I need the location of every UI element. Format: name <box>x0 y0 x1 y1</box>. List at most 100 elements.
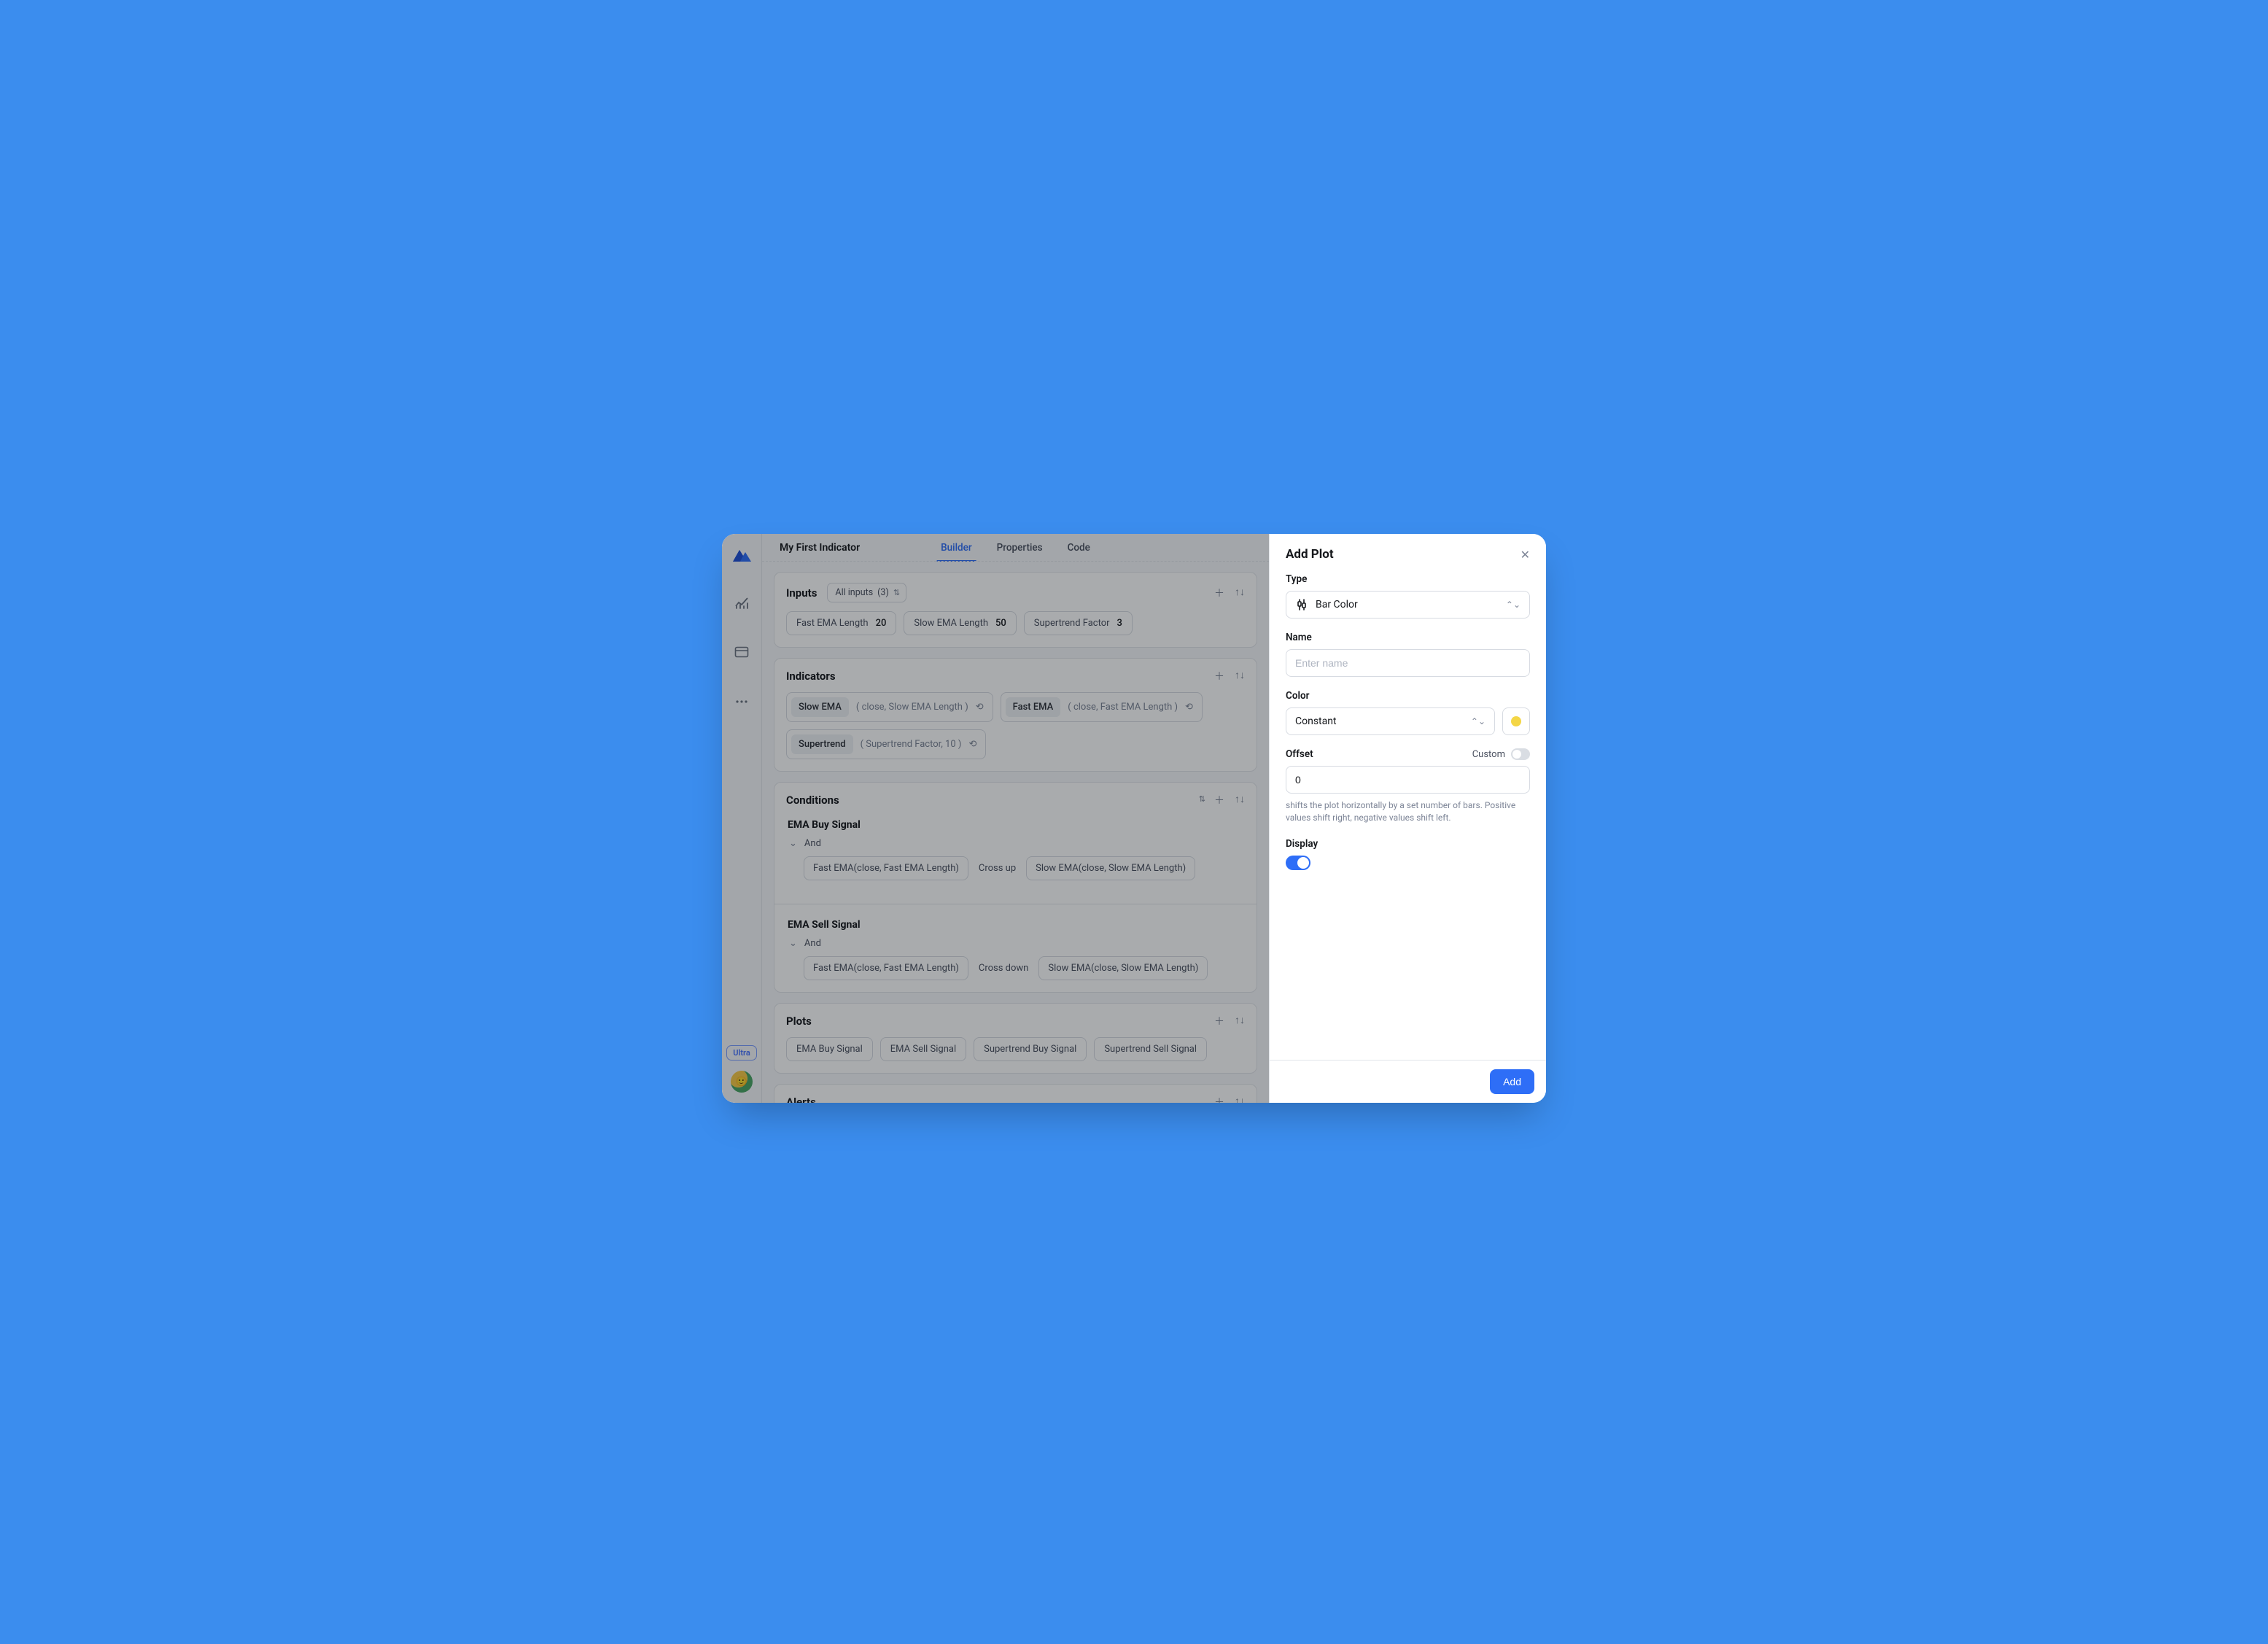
input-value: 3 <box>1117 618 1122 629</box>
display-label: Display <box>1286 838 1530 850</box>
chevron-down-icon: ⌄ <box>789 938 797 949</box>
indicator-title: My First Indicator <box>780 542 860 554</box>
inputs-title: Inputs <box>786 586 817 600</box>
panel-title: Add Plot <box>1286 547 1334 562</box>
plot-chip[interactable]: EMA Sell Signal <box>880 1037 966 1061</box>
plots-add-icon[interactable]: ＋ <box>1214 1014 1224 1028</box>
main-column: My First Indicator Builder Properties Co… <box>762 534 1269 1103</box>
offset-help: shifts the plot horizontally by a set nu… <box>1286 799 1530 825</box>
condition-group: EMA Sell Signal ⌄ And Fast EMA(close, Fa… <box>774 916 1257 992</box>
tab-bar: Builder Properties Code <box>941 534 1090 562</box>
add-button[interactable]: Add <box>1490 1069 1534 1094</box>
input-chip[interactable]: Fast EMA Length20 <box>786 611 896 635</box>
indicator-name: Slow EMA <box>791 697 849 717</box>
app-window: Ultra 🙂 My First Indicator Builder Prope… <box>722 534 1546 1103</box>
condition-op-row[interactable]: ⌄ And <box>786 838 1245 856</box>
close-icon[interactable]: ✕ <box>1521 548 1530 562</box>
sync-icon: ⟲ <box>1185 702 1193 713</box>
condition-operator[interactable]: Cross up <box>979 863 1016 874</box>
tab-properties[interactable]: Properties <box>997 534 1043 562</box>
indicator-args: ( close, Fast EMA Length ) <box>1068 702 1178 713</box>
alerts-sort-icon[interactable]: ↑↓ <box>1235 1095 1245 1103</box>
inputs-sort-icon[interactable]: ↑↓ <box>1235 586 1245 600</box>
indicator-chip[interactable]: Supertrend ( Supertrend Factor, 10 ) ⟲ <box>786 729 986 759</box>
nav-more-icon[interactable] <box>731 691 752 712</box>
offset-custom-toggle[interactable] <box>1511 748 1530 760</box>
conditions-reorder-icon[interactable]: ⇅ <box>1199 793 1204 807</box>
conditions-section: Conditions ⇅ ＋ ↑↓ EMA Buy Signal ⌄ And F… <box>774 782 1257 993</box>
type-value: Bar Color <box>1316 599 1358 610</box>
candlestick-icon <box>1295 598 1308 611</box>
plot-chip[interactable]: Supertrend Sell Signal <box>1094 1037 1207 1061</box>
type-select[interactable]: Bar Color ⌃⌄ <box>1286 591 1530 619</box>
indicators-sort-icon[interactable]: ↑↓ <box>1235 669 1245 683</box>
user-avatar[interactable]: 🙂 <box>731 1071 753 1093</box>
name-label: Name <box>1286 632 1530 643</box>
inputs-section: Inputs All inputs (3) ⇅ ＋ ↑↓ Fast EMA Le… <box>774 572 1257 648</box>
offset-input[interactable] <box>1286 766 1530 794</box>
alerts-section: Alerts ＋ ↑↓ <box>774 1084 1257 1103</box>
nav-rail: Ultra 🙂 <box>722 534 762 1103</box>
condition-group: EMA Buy Signal ⌄ And Fast EMA(close, Fas… <box>774 816 1257 892</box>
input-chip[interactable]: Slow EMA Length 50 <box>904 611 1016 635</box>
input-value: 50 <box>995 618 1006 629</box>
conditions-sort-icon[interactable]: ↑↓ <box>1235 793 1245 807</box>
add-plot-panel: Add Plot ✕ Type Bar Color ⌃⌄ <box>1269 534 1546 1103</box>
sync-icon: ⟲ <box>976 702 984 713</box>
nav-chart-icon[interactable] <box>731 592 752 613</box>
chevron-updown-icon: ⌃⌄ <box>1506 600 1521 610</box>
tab-builder[interactable]: Builder <box>941 534 972 562</box>
condition-name: EMA Sell Signal <box>786 916 1245 938</box>
sync-icon: ⟲ <box>968 739 976 750</box>
indicator-chip[interactable]: Slow EMA ( close, Slow EMA Length ) ⟲ <box>786 692 993 722</box>
condition-right[interactable]: Slow EMA(close, Slow EMA Length) <box>1038 956 1208 980</box>
indicator-name: Supertrend <box>791 734 853 754</box>
condition-operator[interactable]: Cross down <box>979 963 1029 974</box>
inputs-filter[interactable]: All inputs (3) ⇅ <box>827 583 906 602</box>
indicators-section: Indicators ＋ ↑↓ Slow EMA( close, Slow EM… <box>774 658 1257 772</box>
conditions-title: Conditions <box>786 794 839 807</box>
condition-op: And <box>804 938 821 949</box>
type-label: Type <box>1286 573 1530 585</box>
color-value: Constant <box>1295 716 1337 727</box>
offset-label: Offset <box>1286 748 1313 760</box>
input-chip[interactable]: Supertrend Factor 3 <box>1024 611 1133 635</box>
indicators-add-icon[interactable]: ＋ <box>1214 669 1224 683</box>
plots-section: Plots ＋ ↑↓ EMA Buy Signal EMA Sell Signal… <box>774 1003 1257 1074</box>
alerts-add-icon[interactable]: ＋ <box>1214 1095 1224 1103</box>
name-input[interactable] <box>1286 649 1530 677</box>
chevron-down-icon: ⌄ <box>789 838 797 849</box>
condition-op: And <box>804 838 821 849</box>
input-label: Fast EMA Length <box>796 618 869 629</box>
input-label: Slow EMA Length <box>914 618 988 629</box>
chevron-updown-icon: ⇅ <box>893 588 898 597</box>
nav-card-icon[interactable] <box>731 642 752 662</box>
indicator-name: Fast EMA <box>1006 697 1061 717</box>
indicator-args: ( Supertrend Factor, 10 ) <box>861 739 962 750</box>
topbar: My First Indicator Builder Properties Co… <box>762 534 1269 562</box>
color-select[interactable]: Constant ⌃⌄ <box>1286 707 1495 735</box>
input-label: Supertrend Factor <box>1034 618 1110 629</box>
condition-left[interactable]: Fast EMA(close, Fast EMA Length) <box>804 856 968 880</box>
display-toggle[interactable] <box>1286 856 1310 870</box>
condition-left[interactable]: Fast EMA(close, Fast EMA Length) <box>804 956 968 980</box>
color-swatch-button[interactable] <box>1502 707 1530 735</box>
chevron-updown-icon: ⌃⌄ <box>1471 716 1486 726</box>
plan-badge[interactable]: Ultra <box>726 1045 756 1061</box>
tab-code[interactable]: Code <box>1068 534 1090 562</box>
condition-right[interactable]: Slow EMA(close, Slow EMA Length) <box>1026 856 1195 880</box>
indicator-chip[interactable]: Fast EMA ( close, Fast EMA Length ) ⟲ <box>1001 692 1203 722</box>
condition-op-row[interactable]: ⌄ And <box>786 938 1245 956</box>
plots-sort-icon[interactable]: ↑↓ <box>1235 1014 1245 1028</box>
plot-chip[interactable]: EMA Buy Signal <box>786 1037 873 1061</box>
alerts-title: Alerts <box>786 1096 816 1103</box>
color-swatch <box>1511 716 1521 726</box>
inputs-add-icon[interactable]: ＋ <box>1214 586 1224 600</box>
app-logo[interactable] <box>731 547 752 563</box>
indicator-args: ( close, Slow EMA Length ) <box>856 702 968 713</box>
plot-chip[interactable]: Supertrend Buy Signal <box>974 1037 1087 1061</box>
builder-content: Inputs All inputs (3) ⇅ ＋ ↑↓ Fast EMA Le… <box>762 562 1269 1103</box>
plots-title: Plots <box>786 1015 812 1028</box>
conditions-add-icon[interactable]: ＋ <box>1214 793 1224 807</box>
color-label: Color <box>1286 690 1530 702</box>
